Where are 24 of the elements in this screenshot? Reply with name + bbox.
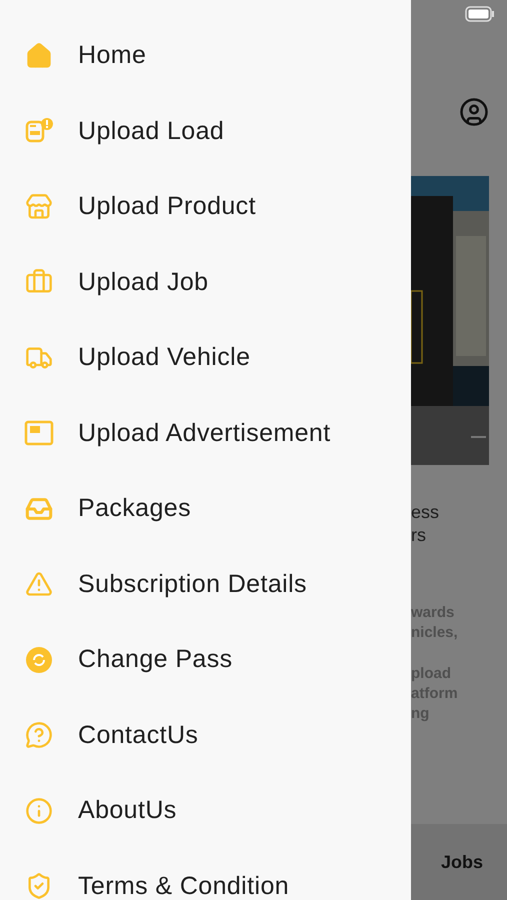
menu-item[interactable]: Upload Vehicle (0, 320, 411, 396)
headline-text: rs (411, 524, 427, 547)
menu-item[interactable]: Packages (0, 471, 411, 546)
menu-item[interactable]: Change Pass (0, 622, 411, 698)
jobs-tab[interactable]: Jobs (440, 852, 483, 872)
menu-item[interactable]: Upload Product (0, 169, 411, 244)
menu-item[interactable]: Terms & Condition (0, 848, 411, 900)
info-icon (25, 796, 53, 825)
battery-icon (465, 6, 495, 22)
advertisement-icon (24, 420, 54, 446)
menu-item[interactable]: Home (0, 18, 411, 94)
help-icon (25, 721, 53, 750)
profile-icon[interactable] (459, 97, 489, 127)
home-icon (25, 42, 53, 70)
warning-icon (25, 570, 53, 598)
headline-text: ess (411, 501, 440, 524)
menu-item[interactable]: Upload Load (0, 94, 411, 169)
menu-item[interactable]: Subscription Details (0, 546, 411, 622)
menu-item[interactable]: AboutUs (0, 773, 411, 848)
store-icon (25, 192, 53, 221)
menu-item[interactable]: Upload Advertisement (0, 396, 411, 471)
menu-item[interactable]: Upload Job (0, 244, 411, 320)
refresh-icon (25, 646, 53, 674)
menu-item[interactable]: ContactUs (0, 698, 411, 773)
